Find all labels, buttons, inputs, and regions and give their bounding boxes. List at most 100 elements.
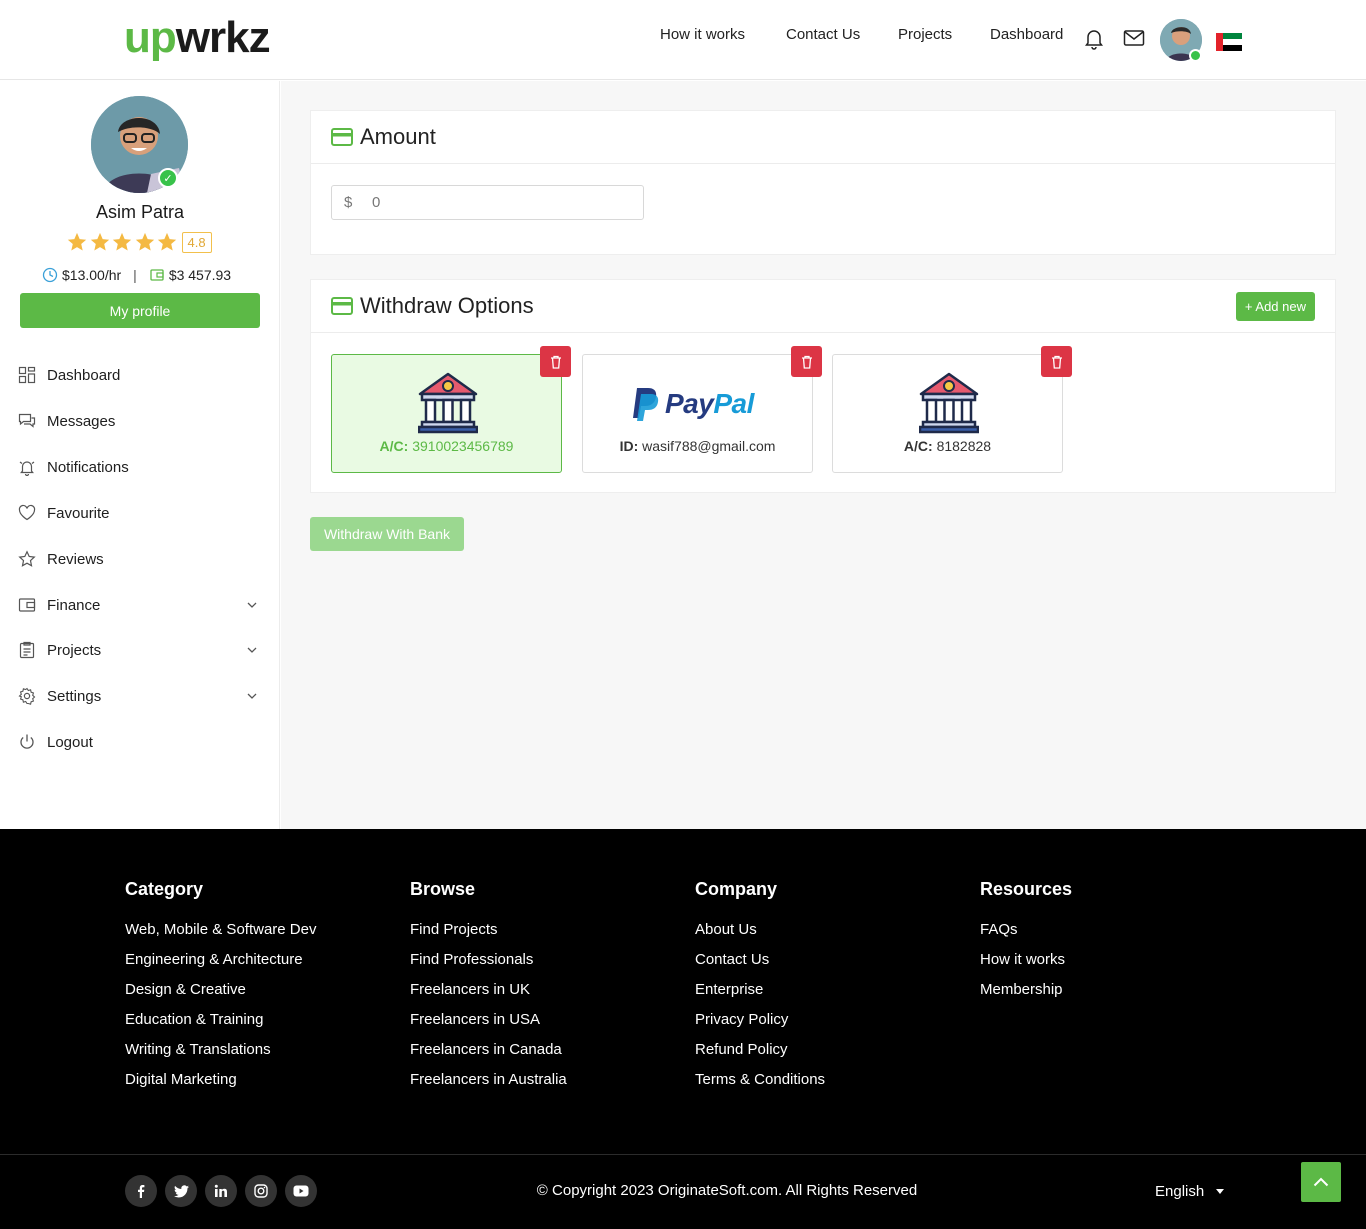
uae-flag-icon[interactable] [1216,33,1242,51]
footer-link[interactable]: Design & Creative [125,981,316,1011]
footer-link[interactable]: Terms & Conditions [695,1071,825,1101]
sidebar-item-dashboard[interactable]: Dashboard [18,362,262,388]
footer-link[interactable]: Digital Marketing [125,1071,316,1101]
bank-icon [919,372,979,434]
footer-link[interactable]: Freelancers in USA [410,1011,567,1041]
caret-down-icon [1216,1189,1225,1194]
my-profile-button[interactable]: My profile [20,293,260,328]
footer-link[interactable]: Freelancers in Canada [410,1041,567,1071]
footer-link[interactable]: Writing & Translations [125,1041,316,1071]
sidebar-item-reviews[interactable]: Reviews [18,546,262,572]
mail-icon[interactable] [1122,26,1146,50]
language-select[interactable]: English [1155,1183,1225,1200]
option-label-key: ID: [619,438,639,454]
footer-link[interactable]: Education & Training [125,1011,316,1041]
sidebar-item-label: Messages [47,412,116,430]
footer-link[interactable]: Contact Us [695,951,825,981]
delete-option-button[interactable] [540,346,571,377]
chevron-down-icon[interactable] [246,690,258,702]
footer-column-company: Company About Us Contact Us Enterprise P… [695,879,825,1101]
footer-link[interactable]: Privacy Policy [695,1011,825,1041]
sidebar: ✓ Asim Patra 4.8 $13.00/hr | $3 457.93 M… [0,81,280,829]
footer-link[interactable]: Find Projects [410,921,567,951]
credit-card-icon [331,297,353,315]
scroll-to-top-button[interactable] [1301,1162,1341,1202]
withdraw-options-header: Withdraw Options [311,280,1335,333]
trash-icon [1051,355,1062,369]
currency-symbol: $ [344,194,353,211]
footer-link[interactable]: Web, Mobile & Software Dev [125,921,316,951]
chevron-down-icon[interactable] [246,644,258,656]
star-icon [157,232,177,251]
footer-link[interactable]: Freelancers in Australia [410,1071,567,1101]
paypal-logo: PayPal [631,385,754,423]
footer-link[interactable]: FAQs [980,921,1072,951]
paypal-wordmark: PayPal [665,388,754,419]
nav-dashboard[interactable]: Dashboard [990,26,1063,43]
amount-card-header: Amount [311,111,1335,164]
sidebar-item-projects[interactable]: Projects [18,637,262,663]
wallet-icon [150,269,164,281]
paypal-icon [633,388,659,421]
main-content: Amount $ 0 Withdraw Options + Add new A/… [281,81,1366,829]
footer-link[interactable]: Freelancers in UK [410,981,567,1011]
amount-card: Amount $ 0 [310,110,1336,255]
nav-contact-us[interactable]: Contact Us [786,26,860,43]
withdraw-option-paypal[interactable]: PayPal ID: wasif788@gmail.com [582,346,822,473]
footer-column-title: Browse [410,879,476,899]
gear-icon [18,687,36,705]
footer-link[interactable]: Refund Policy [695,1041,825,1071]
hourly-rate: $13.00/hr [62,267,122,283]
sidebar-item-messages[interactable]: Messages [18,408,262,434]
footer-link[interactable]: Find Professionals [410,951,567,981]
nav-projects[interactable]: Projects [898,26,952,43]
sidebar-item-label: Dashboard [47,366,121,384]
sidebar-item-label: Settings [47,687,102,705]
logo-wrkz-text: wrkz [175,13,271,62]
withdraw-with-bank-button[interactable]: Withdraw With Bank [310,517,464,551]
footer-link[interactable]: About Us [695,921,825,951]
option-label-value: wasif788@gmail.com [642,438,776,454]
delete-option-button[interactable] [1041,346,1072,377]
sidebar-item-label: Logout [47,733,93,751]
sidebar-item-logout[interactable]: Logout [18,729,262,755]
sidebar-item-settings[interactable]: Settings [18,683,262,709]
footer-link[interactable]: Engineering & Architecture [125,951,316,981]
footer-link[interactable]: Membership [980,981,1072,1011]
sidebar-item-label: Finance [47,596,101,614]
rates-separator: | [133,267,137,283]
chevron-down-icon[interactable] [246,599,258,611]
upwrkz-logo[interactable]: up wrkz [124,13,271,64]
delete-option-button[interactable] [791,346,822,377]
sidebar-item-finance[interactable]: Finance [18,592,262,618]
footer-link[interactable]: How it works [980,951,1072,981]
star-rating: 4.8 [66,231,212,253]
option-label: A/C: 3910023456789 [332,438,561,454]
add-new-button[interactable]: + Add new [1235,292,1315,321]
trash-icon [550,355,561,369]
footer-column-title: Resources [980,879,1073,899]
nav-how-it-works[interactable]: How it works [660,26,745,43]
withdraw-option-bank-2[interactable]: A/C: 8182828 [832,346,1072,473]
language-value: English [1155,1183,1205,1200]
sidebar-item-favourite[interactable]: Favourite [18,500,262,526]
amount-value: 0 [372,194,381,211]
option-label-value: 3910023456789 [412,438,514,454]
balance: $3 457.93 [168,267,232,283]
withdraw-option-bank-1[interactable]: A/C: 3910023456789 [331,346,571,473]
option-label: ID: wasif788@gmail.com [583,438,812,454]
messages-icon [18,413,36,428]
profile-name: Asim Patra [95,202,185,222]
sidebar-item-notifications[interactable]: Notifications [18,454,262,480]
bell-icon[interactable] [1082,26,1106,50]
amount-input[interactable]: $ 0 [331,185,644,220]
top-navbar: up wrkz How it works Contact Us Projects … [0,0,1366,80]
footer-column-title: Company [695,879,778,899]
option-label: A/C: 8182828 [833,438,1062,454]
power-icon [20,734,34,749]
star-icon [112,232,132,251]
star-icon [18,550,36,567]
footer-column-browse: Browse Find Projects Find Professionals … [410,879,567,1101]
bank-icon [418,372,478,434]
footer-link[interactable]: Enterprise [695,981,825,1011]
